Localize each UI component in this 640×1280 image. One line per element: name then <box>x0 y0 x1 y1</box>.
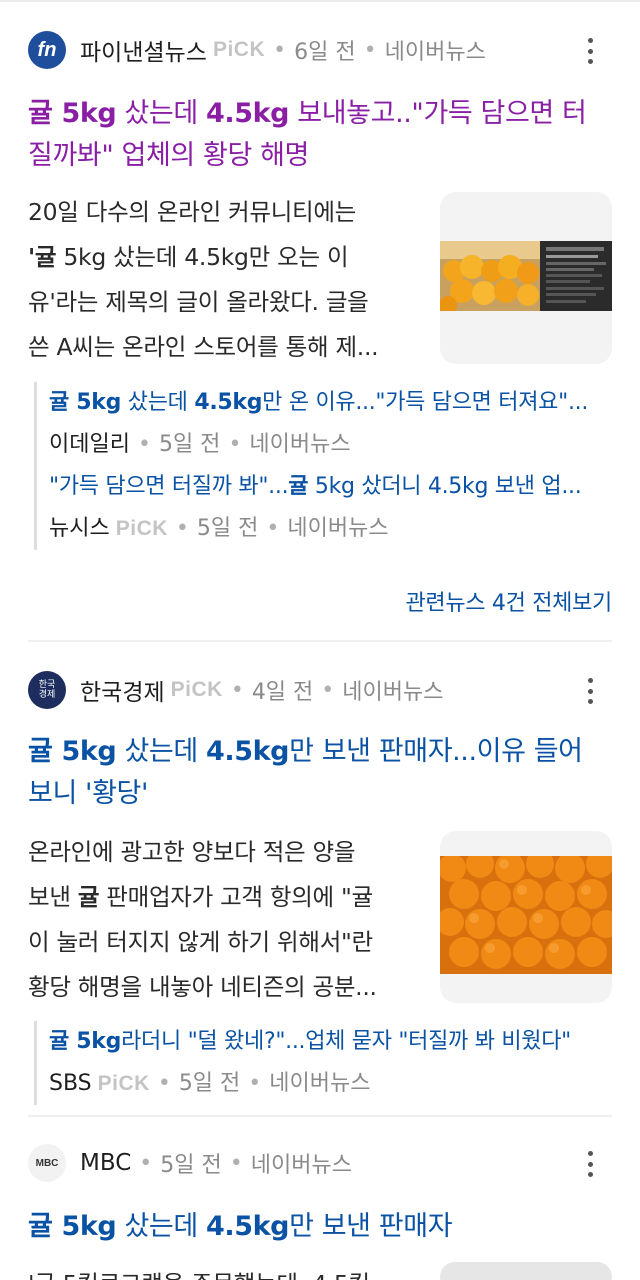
separator-dot: • <box>273 37 287 63</box>
article-title[interactable]: 귤 5kg 샀는데 4.5kg 보내놓고.."가득 담으면 터 질까봐" 업체의… <box>28 93 618 177</box>
source-name[interactable]: 파이낸셜뉴스 <box>80 33 207 67</box>
related-source-name[interactable]: 뉴시스 <box>49 508 110 550</box>
time-ago: 5일 전 <box>160 1153 222 1178</box>
related-source-row: 뉴시스 PiCK • 5일 전 • 네이버뉴스 <box>49 508 620 550</box>
source-row[interactable]: MBC MBC • 5일 전 • 네이버뉴스 <box>28 1143 618 1183</box>
source-row[interactable]: 한국 경제 한국경제 PiCK • 4일 전 • 네이버뉴스 <box>28 670 618 710</box>
pick-badge: PiCK <box>212 38 266 61</box>
related-news-list: 귤 5kg 샀는데 4.5kg만 온 이유..."가득 담으면 터져요"... … <box>34 382 620 550</box>
related-item[interactable]: 귤 5kg 샀는데 4.5kg만 온 이유..."가득 담으면 터져요"... … <box>49 382 620 466</box>
time-ago: 5일 전 <box>196 516 259 541</box>
article-summary[interactable]: '귤 5킬로그램을 주문했는데, 4.5킬 <box>28 1262 408 1280</box>
related-title[interactable]: 귤 5kg라더니 "덜 왔네?"...업체 묻자 "터질까 봐 비웠다" <box>49 1021 620 1063</box>
article-title[interactable]: 귤 5kg 샀는데 4.5kg만 보낸 판매자 <box>28 1206 618 1248</box>
source-name[interactable]: 한국경제 <box>80 673 165 707</box>
more-options-icon[interactable] <box>584 36 596 66</box>
related-title[interactable]: "가득 담으면 터질까 봐"...귤 5kg 샀더니 4.5kg 보낸 업... <box>49 466 620 508</box>
article-thumbnail[interactable] <box>440 1262 612 1280</box>
top-divider <box>0 0 640 2</box>
related-title[interactable]: 귤 5kg 샀는데 4.5kg만 온 이유..."가득 담으면 터져요"... <box>49 382 620 424</box>
article-summary[interactable]: 온라인에 광고한 양보다 적은 양을 보낸 귤 판매업자가 고객 항의에 "귤 … <box>28 830 408 1010</box>
platform-name[interactable]: 네이버뉴스 <box>251 1147 352 1179</box>
article-thumbnail[interactable] <box>440 192 612 364</box>
hankyung-logo: 한국 경제 <box>28 671 66 709</box>
card-divider <box>28 640 612 642</box>
platform-name[interactable]: 네이버뉴스 <box>287 508 388 550</box>
fnnews-logo: fn <box>28 31 66 69</box>
pick-badge: PiCK <box>115 517 168 540</box>
source-row[interactable]: fn 파이낸셜뉴스 PiCK • 6일 전 • 네이버뉴스 <box>28 30 618 70</box>
related-news-all-link[interactable]: 관련뉴스 4건 전체보기 <box>405 585 612 617</box>
time-ago: 5일 전 <box>158 432 221 457</box>
platform-name[interactable]: 네이버뉴스 <box>269 1063 370 1105</box>
related-news-list: 귤 5kg라더니 "덜 왔네?"...업체 묻자 "터질까 봐 비웠다" SBS… <box>34 1021 620 1105</box>
more-options-icon[interactable] <box>584 676 596 706</box>
time-ago: 4일 전 <box>251 680 314 705</box>
mbc-logo: MBC <box>28 1144 66 1182</box>
tangerines-image <box>440 850 612 978</box>
more-options-icon[interactable] <box>584 1149 596 1179</box>
thumbnail-image <box>440 241 612 315</box>
platform-name[interactable]: 네이버뉴스 <box>249 424 350 466</box>
pick-badge: PiCK <box>170 678 223 701</box>
article-thumbnail[interactable] <box>440 831 612 1003</box>
time-ago: 6일 전 <box>294 40 356 65</box>
pick-badge: PiCK <box>97 1072 150 1095</box>
related-source-name[interactable]: SBS <box>49 1063 92 1105</box>
time-ago: 5일 전 <box>178 1071 241 1096</box>
article-summary[interactable]: 20일 다수의 온라인 커뮤니티에는 '귤 5kg 샀는데 4.5kg만 오는 … <box>28 190 408 370</box>
source-name[interactable]: MBC <box>80 1150 131 1176</box>
platform-name[interactable]: 네이버뉴스 <box>342 674 443 706</box>
card-divider <box>28 1115 612 1117</box>
platform-name[interactable]: 네이버뉴스 <box>385 34 486 66</box>
related-source-row: 이데일리 • 5일 전 • 네이버뉴스 <box>49 424 620 466</box>
article-title[interactable]: 귤 5kg 샀는데 4.5kg만 보낸 판매자...이유 들어 보니 '황당' <box>28 731 618 815</box>
separator-dot: • <box>363 37 377 63</box>
related-source-name[interactable]: 이데일리 <box>49 424 130 466</box>
related-item[interactable]: 귤 5kg라더니 "덜 왔네?"...업체 묻자 "터질까 봐 비웠다" SBS… <box>49 1021 620 1105</box>
related-item[interactable]: "가득 담으면 터질까 봐"...귤 5kg 샀더니 4.5kg 보낸 업...… <box>49 466 620 550</box>
related-source-row: SBS PiCK • 5일 전 • 네이버뉴스 <box>49 1063 620 1105</box>
